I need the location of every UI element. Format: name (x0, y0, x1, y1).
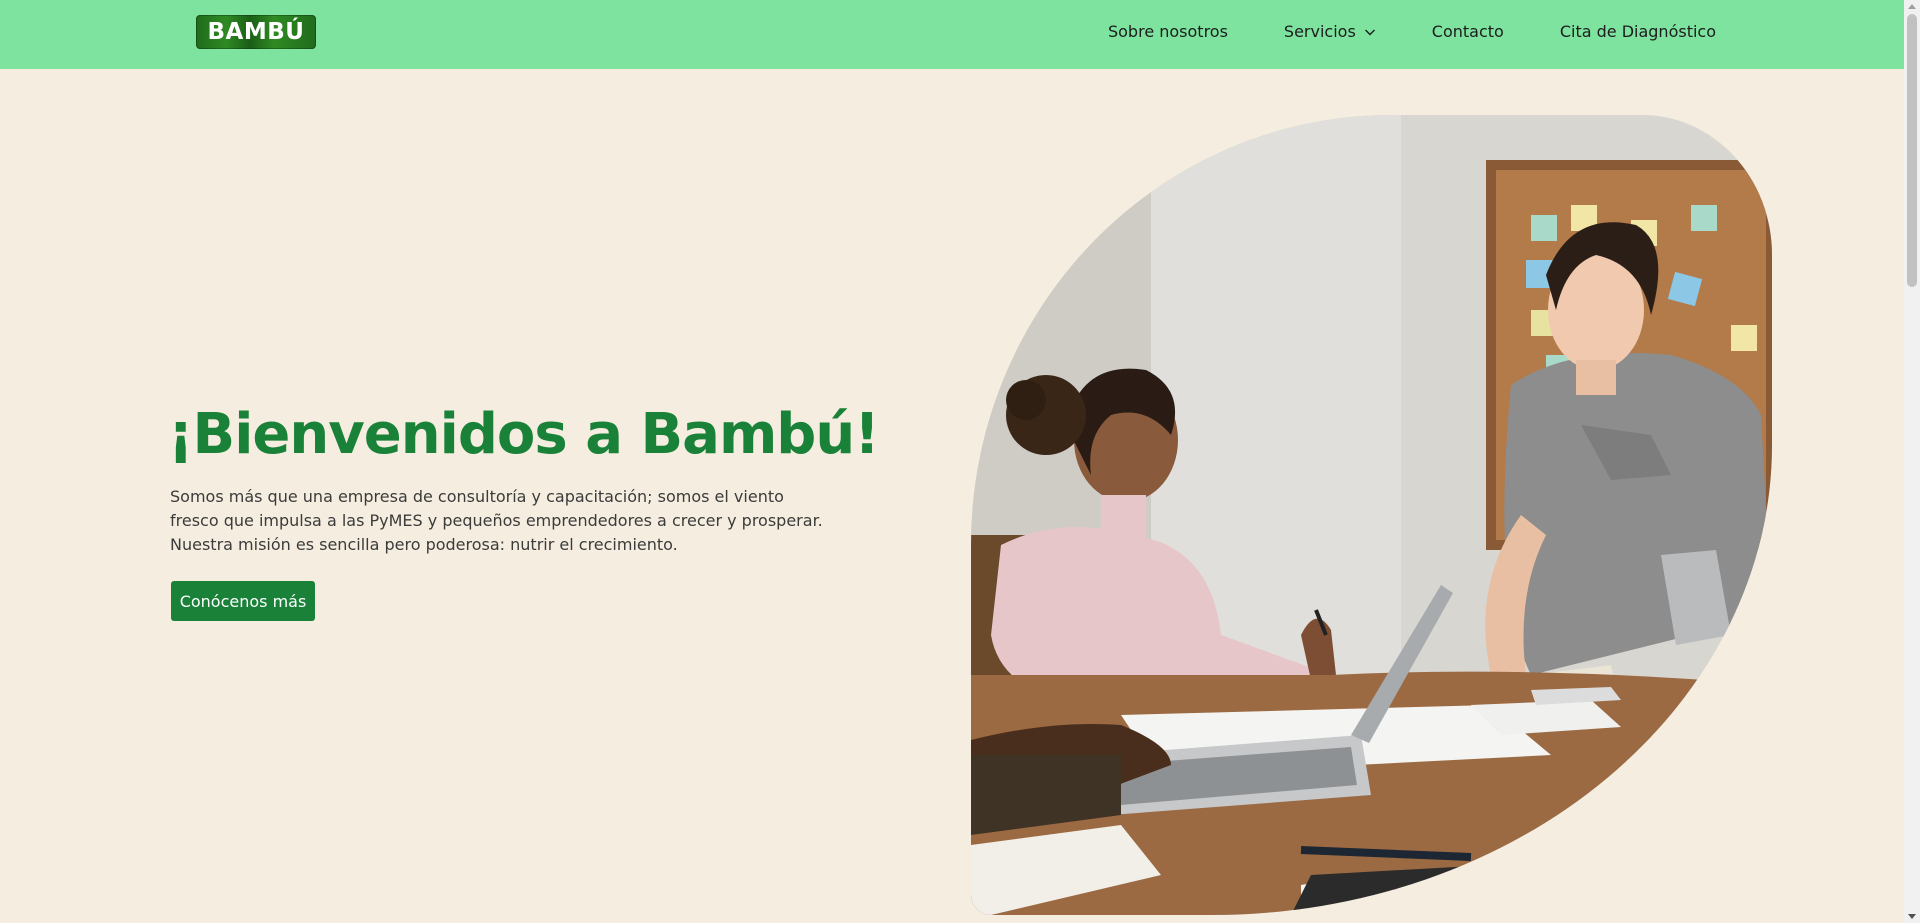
nav-item-label: Sobre nosotros (1107, 22, 1228, 41)
hero-title: ¡Bienvenidos a Bambú! (168, 402, 880, 467)
nav-sobre-nosotros[interactable]: Sobre nosotros (1108, 22, 1228, 41)
main-nav: Sobre nosotros Servicios Contacto Cita d… (1108, 0, 1716, 63)
bambu-logo[interactable]: BAMBÚ (196, 15, 316, 49)
conocenos-button[interactable]: Conócenos más (171, 581, 315, 621)
scroll-thumb[interactable] (1907, 14, 1917, 287)
nav-item-label: Servicios (1283, 22, 1356, 41)
nav-contacto[interactable]: Contacto (1432, 22, 1504, 41)
page-scrollbar[interactable] (1904, 0, 1920, 923)
scroll-up-arrow-icon[interactable] (1908, 4, 1916, 9)
nav-item-label: Contacto (1431, 22, 1504, 41)
nav-cita-diagnostico[interactable]: Cita de Diagnóstico (1560, 22, 1716, 41)
hero-image (971, 115, 1772, 915)
chevron-down-icon (1364, 29, 1375, 35)
office-meeting-illustration (971, 115, 1772, 915)
nav-servicios[interactable]: Servicios (1284, 22, 1376, 41)
scroll-down-arrow-icon[interactable] (1908, 914, 1916, 919)
top-navbar: BAMBÚ Sobre nosotros Servicios Contacto … (0, 0, 1904, 69)
hero-description: Somos más que una empresa de consultoría… (170, 487, 823, 554)
nav-item-label: Cita de Diagnóstico (1559, 22, 1716, 41)
